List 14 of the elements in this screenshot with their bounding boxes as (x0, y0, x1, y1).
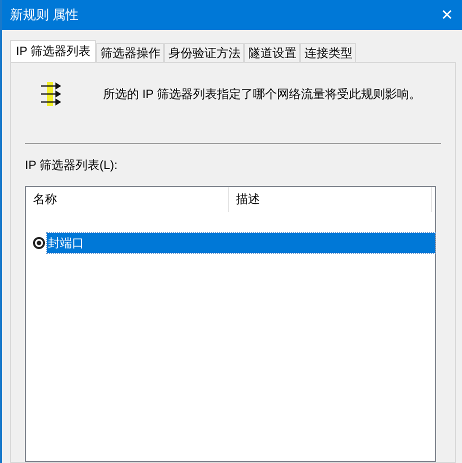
close-button[interactable]: ✕ (432, 0, 462, 30)
tab[interactable]: 筛选器操作 (96, 43, 164, 62)
list-item[interactable]: 封端口 (47, 233, 435, 253)
description-text: 所选的 IP 筛选器列表指定了哪个网络流量将受此规则影响。 (103, 86, 421, 102)
column-header[interactable]: 名称 (26, 187, 229, 212)
tab[interactable]: 隧道设置 (244, 43, 300, 62)
window-title: 新规则 属性 (10, 6, 79, 24)
column-header[interactable]: 描述 (229, 187, 432, 212)
radio-button[interactable] (33, 237, 45, 249)
tab[interactable]: 连接类型 (300, 43, 356, 62)
filter-list-icon (39, 81, 61, 107)
tab[interactable]: IP 筛选器列表 (10, 40, 96, 62)
tab[interactable]: 身份验证方法 (164, 43, 244, 62)
list-label: IP 筛选器列表(L): (25, 157, 118, 174)
